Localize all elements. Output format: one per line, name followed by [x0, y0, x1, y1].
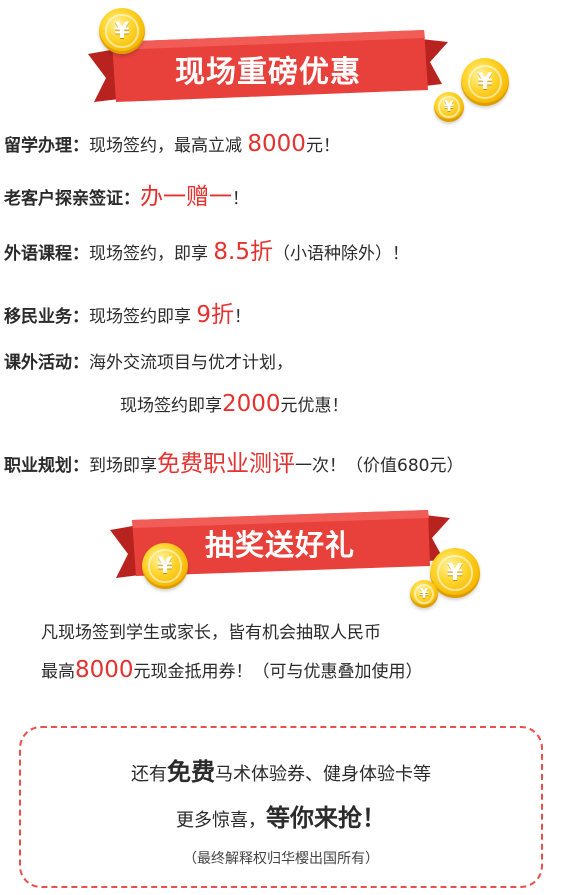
offer-label: 外语课程：: [4, 244, 89, 264]
offer-family-visa: 老客户探亲签证：办一赠一！: [4, 186, 249, 210]
offer-highlight: 2000: [222, 391, 281, 417]
offer-suffix: ！: [232, 189, 249, 209]
offer-highlight: 9折: [196, 302, 235, 328]
offer-text: 现场签约，即享: [89, 244, 214, 264]
yuan-coin-icon: ¥: [99, 8, 145, 54]
bonus-surprise: 更多惊喜，: [176, 810, 266, 831]
offer-language-course: 外语课程：现场签约，即享 8.5折（小语种除外）！: [4, 241, 409, 265]
offer-highlight: 8.5折: [213, 239, 273, 265]
bonus-box: 还有免费马术体验券、健身体验卡等 更多惊喜，等你来抢！ （最终解释权归华樱出国所…: [19, 726, 543, 888]
offer-suffix: ！: [234, 307, 252, 327]
bonus-free: 免费: [167, 758, 215, 786]
bonus-line-1: 还有免费马术体验券、健身体验卡等: [21, 752, 541, 787]
bonus-line-2: 更多惊喜，等你来抢！: [21, 798, 541, 833]
offer-extracurricular: 课外活动：海外交流项目与优才计划，: [4, 352, 293, 374]
banner-title: 现场重磅优惠: [175, 55, 361, 90]
offer-suffix: （小语种除外）！: [272, 244, 409, 264]
lottery-highlight: 8000: [75, 657, 134, 683]
offer-immigration: 移民业务：现场签约即享 9折！: [4, 304, 251, 328]
yuan-coin-icon: ¥: [434, 92, 464, 122]
lottery-suffix: 元现金抵用券！（可与优惠叠加使用）: [133, 662, 423, 682]
bonus-call-to-action: 等你来抢！: [266, 804, 386, 832]
offer-highlight: 8000: [247, 131, 306, 157]
offer-career-planning: 职业规划：到场即享免费职业测评一次！（价值680元）: [4, 453, 463, 477]
offer-suffix: 元！: [305, 136, 340, 156]
bonus-prefix: 还有: [131, 764, 167, 785]
lottery-line-2: 最高8000元现金抵用券！（可与优惠叠加使用）: [41, 659, 423, 683]
lottery-prefix: 最高: [41, 662, 75, 682]
lottery-line-1: 凡现场签到学生或家长，皆有机会抽取人民币: [41, 623, 381, 643]
offer-label: 职业规划：: [4, 456, 89, 476]
offer-highlight: 免费职业测评: [157, 451, 295, 477]
offer-text: 现场签约即享: [89, 307, 197, 327]
bonus-items: 马术体验券、健身体验卡等: [215, 764, 431, 785]
yuan-coin-icon: ¥: [410, 580, 438, 608]
offer-suffix: 一次！（价值680元）: [295, 456, 464, 476]
offer-study-abroad: 留学办理：现场签约，最高立减 8000元！: [4, 133, 340, 157]
offer-label: 移民业务：: [4, 307, 89, 327]
bonus-note: （最终解释权归华樱出国所有）: [183, 851, 379, 867]
yuan-coin-icon: ¥: [142, 543, 188, 589]
offer-text: 到场即享: [89, 456, 157, 476]
offer-text: 现场签约即享: [120, 396, 222, 416]
offer-text: 现场签约，最高立减: [89, 136, 248, 156]
yuan-coin-icon: ¥: [461, 58, 509, 106]
offer-label: 课外活动：: [4, 353, 89, 373]
offer-extracurricular-line2: 现场签约即享2000元优惠！: [120, 393, 349, 417]
offer-suffix: 元优惠！: [280, 396, 349, 416]
offer-label: 留学办理：: [4, 136, 89, 156]
offer-label: 老客户探亲签证：: [4, 189, 140, 209]
offer-highlight: 办一赠一: [140, 184, 232, 210]
offer-text-line1: 海外交流项目与优才计划，: [89, 353, 293, 373]
